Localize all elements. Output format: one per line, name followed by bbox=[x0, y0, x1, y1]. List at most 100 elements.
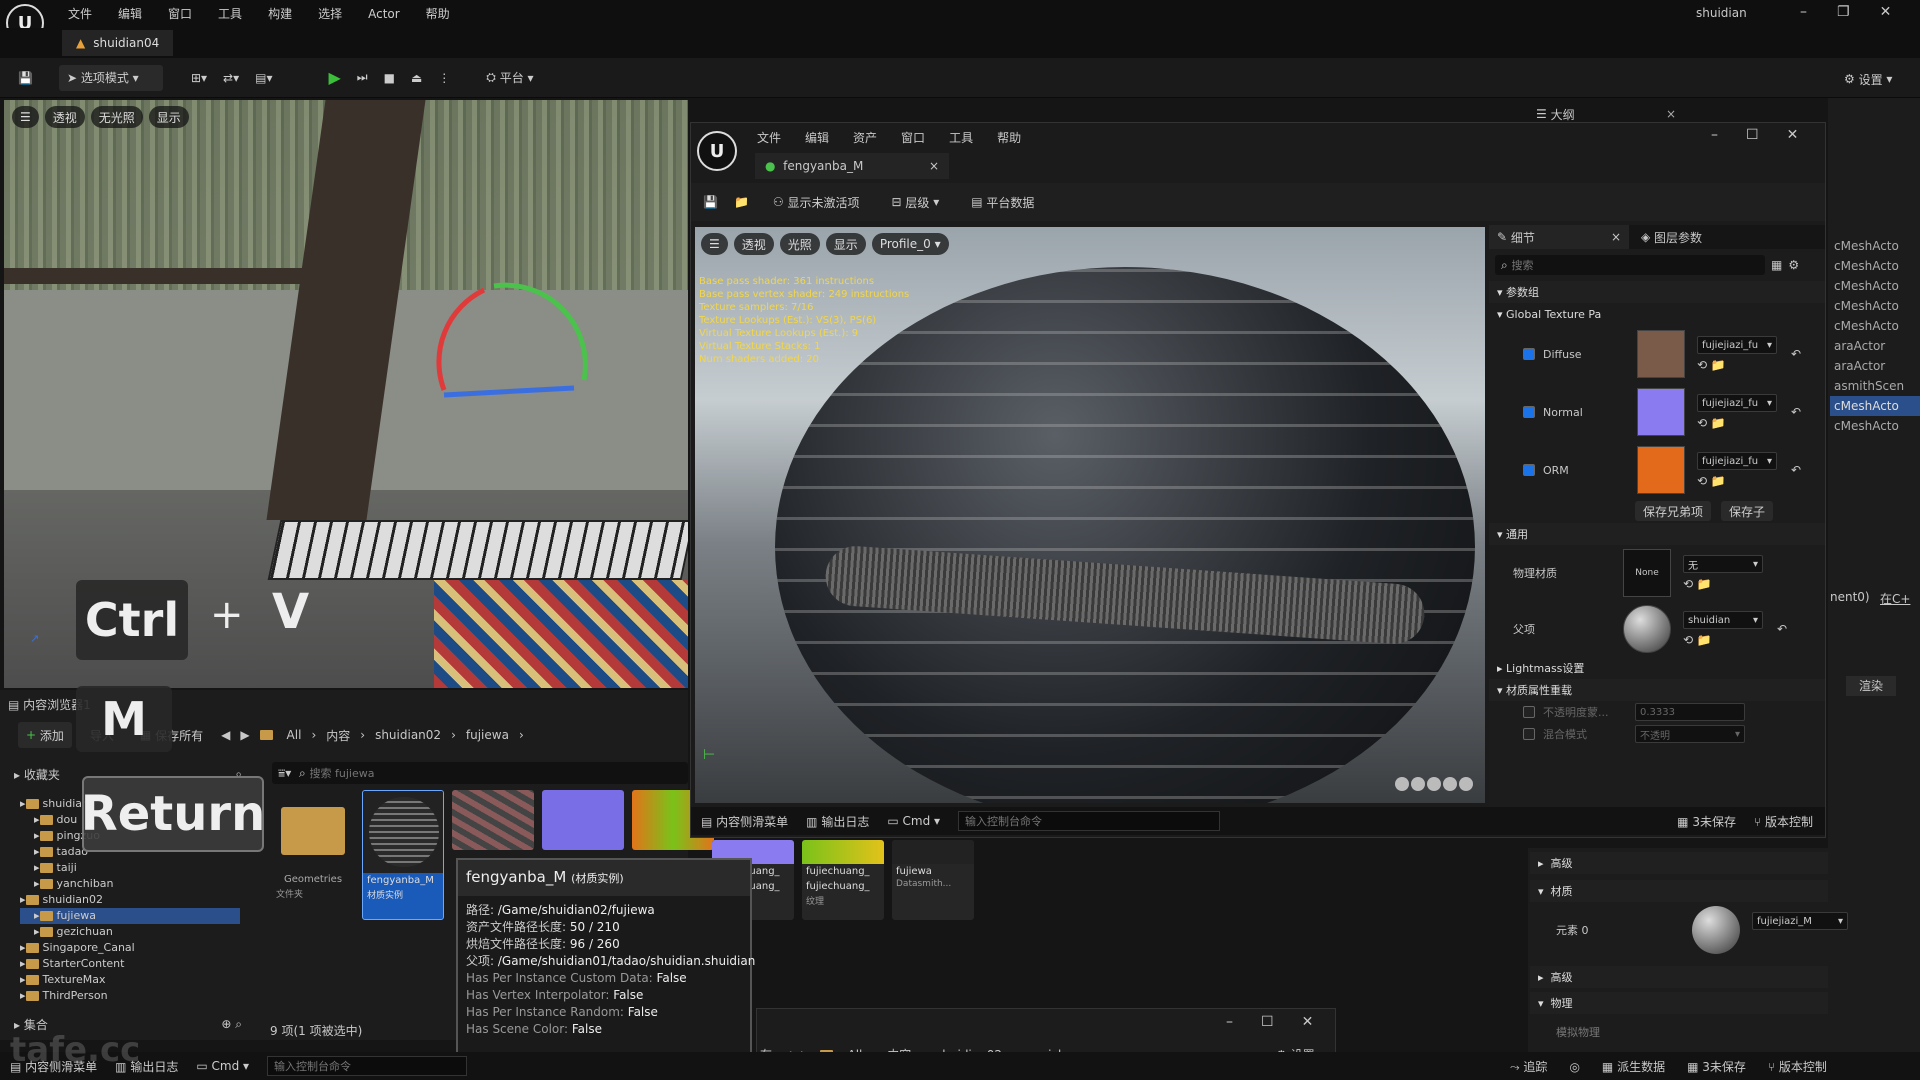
eject-icon[interactable]: ⏏ bbox=[403, 65, 430, 91]
me-browse-icon[interactable]: 📁 bbox=[734, 195, 749, 209]
parent-thumb[interactable] bbox=[1623, 605, 1671, 653]
outliner-close-icon[interactable]: × bbox=[1666, 107, 1676, 121]
advanced-section-2[interactable]: ▸ 高级 bbox=[1530, 966, 1828, 988]
preview-perspective-chip[interactable]: 透视 bbox=[733, 233, 774, 255]
param-browse-icon[interactable]: 📁 bbox=[1711, 416, 1726, 430]
expand-arrow-icon[interactable]: ▸ bbox=[34, 844, 40, 860]
viewport-menu-icon[interactable]: ☰ bbox=[12, 106, 39, 128]
expand-arrow-icon[interactable]: ▸ bbox=[34, 860, 40, 876]
material-preview-viewport[interactable]: ☰ 透视 光照 显示 Profile_0 ▾ Base pass shader:… bbox=[695, 227, 1485, 803]
material-section[interactable]: ▾ 材质 bbox=[1530, 880, 1828, 902]
tree-item[interactable]: ▸ TextureMax bbox=[20, 972, 240, 988]
me-menu-asset[interactable]: 资产 bbox=[853, 129, 877, 146]
console-input[interactable] bbox=[267, 1056, 468, 1076]
hierarchy-button[interactable]: ⊟ 层级 ▾ bbox=[884, 189, 948, 215]
sb-minimize-icon[interactable]: – bbox=[1226, 1014, 1233, 1030]
me-maximize-icon[interactable]: ☐ bbox=[1746, 127, 1759, 143]
phys-material-thumb[interactable]: None bbox=[1623, 549, 1671, 597]
tree-item[interactable]: ▸ fujiewa bbox=[20, 908, 240, 924]
step-icon[interactable]: ⏭ bbox=[349, 65, 376, 91]
opacity-value[interactable]: 0.3333 bbox=[1635, 703, 1745, 721]
override-section[interactable]: ▾ 材质属性重载 bbox=[1489, 679, 1825, 701]
render-tab[interactable]: 渲染 bbox=[1846, 676, 1896, 696]
outliner-item[interactable]: araActor bbox=[1830, 356, 1920, 376]
asset-texture-5[interactable]: fujiechuang_ fujiechuang_ 纹理 bbox=[802, 840, 884, 920]
param-browse-icon[interactable]: 📁 bbox=[1711, 358, 1726, 372]
global-texture-section[interactable]: ▾ Global Texture Pa bbox=[1489, 303, 1825, 325]
asset-fengyanba-m[interactable]: fengyanba_M 材质实例 bbox=[362, 790, 444, 920]
tree-item[interactable]: ▸ shuidian02 bbox=[20, 892, 240, 908]
preview-profile-chip[interactable]: Profile_0 ▾ bbox=[871, 233, 949, 255]
sb-close-icon[interactable]: ✕ bbox=[1302, 1014, 1314, 1030]
param-revert-icon[interactable]: ↶ bbox=[1791, 463, 1801, 477]
menu-file[interactable]: 文件 bbox=[68, 5, 92, 22]
me-menu-tools[interactable]: 工具 bbox=[949, 129, 973, 146]
menu-edit[interactable]: 编辑 bbox=[118, 5, 142, 22]
param-browse-icon[interactable]: 📁 bbox=[1711, 474, 1726, 488]
menu-actor[interactable]: Actor bbox=[368, 7, 400, 21]
blend-combo[interactable]: 不透明 ▾ bbox=[1635, 725, 1745, 743]
me-drawer-button[interactable]: ▤ 内容侧滑菜单 bbox=[701, 813, 788, 830]
mode-select[interactable]: ➤ 选项模式 ▾ bbox=[58, 64, 163, 91]
layer-params-tab[interactable]: ◈ 图层参数 bbox=[1629, 229, 1714, 246]
asset-texture-1[interactable] bbox=[452, 790, 534, 850]
me-menu-help[interactable]: 帮助 bbox=[997, 129, 1021, 146]
param-checkbox[interactable] bbox=[1523, 464, 1535, 476]
me-doc-tab[interactable]: ● fengyanba_M × bbox=[755, 153, 949, 179]
add-actor-icon[interactable]: ⊞▾ bbox=[183, 65, 215, 91]
expand-arrow-icon[interactable]: ▸ bbox=[34, 828, 40, 844]
outliner-item[interactable]: cMeshActo bbox=[1830, 416, 1920, 436]
breadcrumb-content[interactable]: 内容 bbox=[326, 727, 350, 744]
param-revert-icon[interactable]: ↶ bbox=[1791, 405, 1801, 419]
tree-item[interactable]: ▸ Singapore_Canal bbox=[20, 940, 240, 956]
shape-plane-icon[interactable] bbox=[1427, 777, 1441, 791]
settings-button[interactable]: ⚙ 设置 ▾ bbox=[1836, 66, 1900, 92]
expand-arrow-icon[interactable]: ▸ bbox=[34, 812, 40, 828]
close-icon[interactable]: ✕ bbox=[1880, 4, 1892, 20]
opacity-checkbox[interactable] bbox=[1523, 706, 1535, 718]
parent-browse-icon[interactable]: 📁 bbox=[1697, 633, 1712, 647]
param-checkbox[interactable] bbox=[1523, 348, 1535, 360]
expand-arrow-icon[interactable]: ▸ bbox=[20, 988, 26, 1004]
me-unsaved-button[interactable]: ▦ 3未保存 bbox=[1677, 813, 1736, 830]
details-gear-icon[interactable]: ⚙ bbox=[1788, 258, 1799, 272]
more-icon[interactable]: ⋮ bbox=[430, 65, 458, 91]
tree-item[interactable]: ▸ ThirdPerson bbox=[20, 988, 240, 1004]
rotate-gizmo-icon[interactable] bbox=[424, 260, 604, 410]
asset-datasmith[interactable]: fujiewa Datasmith... bbox=[892, 840, 974, 920]
menu-help[interactable]: 帮助 bbox=[426, 5, 450, 22]
tree-item[interactable]: ▸ yanchiban bbox=[20, 876, 240, 892]
me-cmd-button[interactable]: ▭ Cmd ▾ bbox=[887, 814, 940, 828]
general-section[interactable]: ▾ 通用 bbox=[1489, 523, 1825, 545]
param-texture-combo[interactable]: fujiejiazi_fu ▾ bbox=[1697, 452, 1777, 470]
show-inactive-button[interactable]: ⚇ 显示未激活项 bbox=[765, 189, 868, 215]
preview-menu-icon[interactable]: ☰ bbox=[701, 233, 728, 255]
minimize-icon[interactable]: – bbox=[1800, 4, 1807, 20]
me-console-input[interactable] bbox=[958, 811, 1221, 831]
add-button[interactable]: + 添加 bbox=[18, 722, 72, 748]
element0-combo[interactable]: fujiejiazi_M ▾ bbox=[1752, 912, 1848, 930]
menu-select[interactable]: 选择 bbox=[318, 5, 342, 22]
parent-revert-icon[interactable]: ↶ bbox=[1777, 622, 1787, 636]
expand-arrow-icon[interactable]: ▸ bbox=[20, 892, 26, 908]
me-menu-edit[interactable]: 编辑 bbox=[805, 129, 829, 146]
forward-icon[interactable]: ▶ bbox=[240, 728, 249, 742]
menu-build[interactable]: 构建 bbox=[268, 5, 292, 22]
blueprint-icon[interactable]: ⇄▾ bbox=[215, 65, 247, 91]
me-minimize-icon[interactable]: – bbox=[1711, 127, 1718, 143]
outliner-item[interactable]: cMeshActo bbox=[1830, 256, 1920, 276]
param-reset-icon[interactable]: ⟲ bbox=[1697, 474, 1707, 488]
shape-cylinder-icon[interactable] bbox=[1395, 777, 1409, 791]
outliner-item[interactable]: cMeshActo bbox=[1830, 316, 1920, 336]
param-texture-combo[interactable]: fujiejiazi_fu ▾ bbox=[1697, 394, 1777, 412]
camera-icon[interactable]: ◎ bbox=[1569, 1060, 1579, 1074]
param-texture-combo[interactable]: fujiejiazi_fu ▾ bbox=[1697, 336, 1777, 354]
asset-folder-geometries[interactable]: Geometries 文件夹 bbox=[272, 790, 354, 920]
doc-tab-shuidian04[interactable]: ▲ shuidian04 bbox=[62, 30, 174, 56]
expand-arrow-icon[interactable]: ▸ bbox=[20, 796, 26, 812]
me-close-icon[interactable]: ✕ bbox=[1787, 127, 1799, 143]
parent-reset-icon[interactable]: ⟲ bbox=[1683, 633, 1693, 647]
show-chip[interactable]: 显示 bbox=[148, 106, 189, 128]
menu-tools[interactable]: 工具 bbox=[218, 5, 242, 22]
tree-item[interactable]: ▸ gezichuan bbox=[20, 924, 240, 940]
